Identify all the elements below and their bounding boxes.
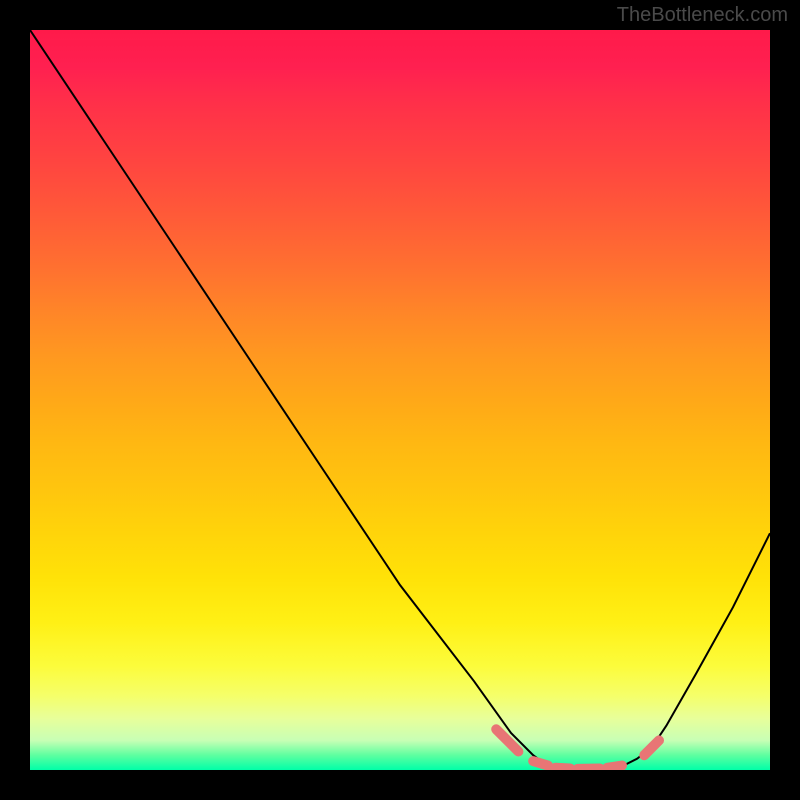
curve-group: [30, 30, 770, 769]
marker-segment: [607, 766, 622, 768]
marker-segment: [533, 761, 548, 765]
bottleneck-curve: [30, 30, 770, 769]
marker-segment: [644, 740, 659, 755]
marker-segment: [496, 729, 518, 751]
chart-svg: [30, 30, 770, 770]
chart-container: [30, 30, 770, 770]
watermark-text: TheBottleneck.com: [617, 4, 788, 27]
marker-segment: [555, 768, 570, 769]
marker-group: [496, 729, 659, 769]
